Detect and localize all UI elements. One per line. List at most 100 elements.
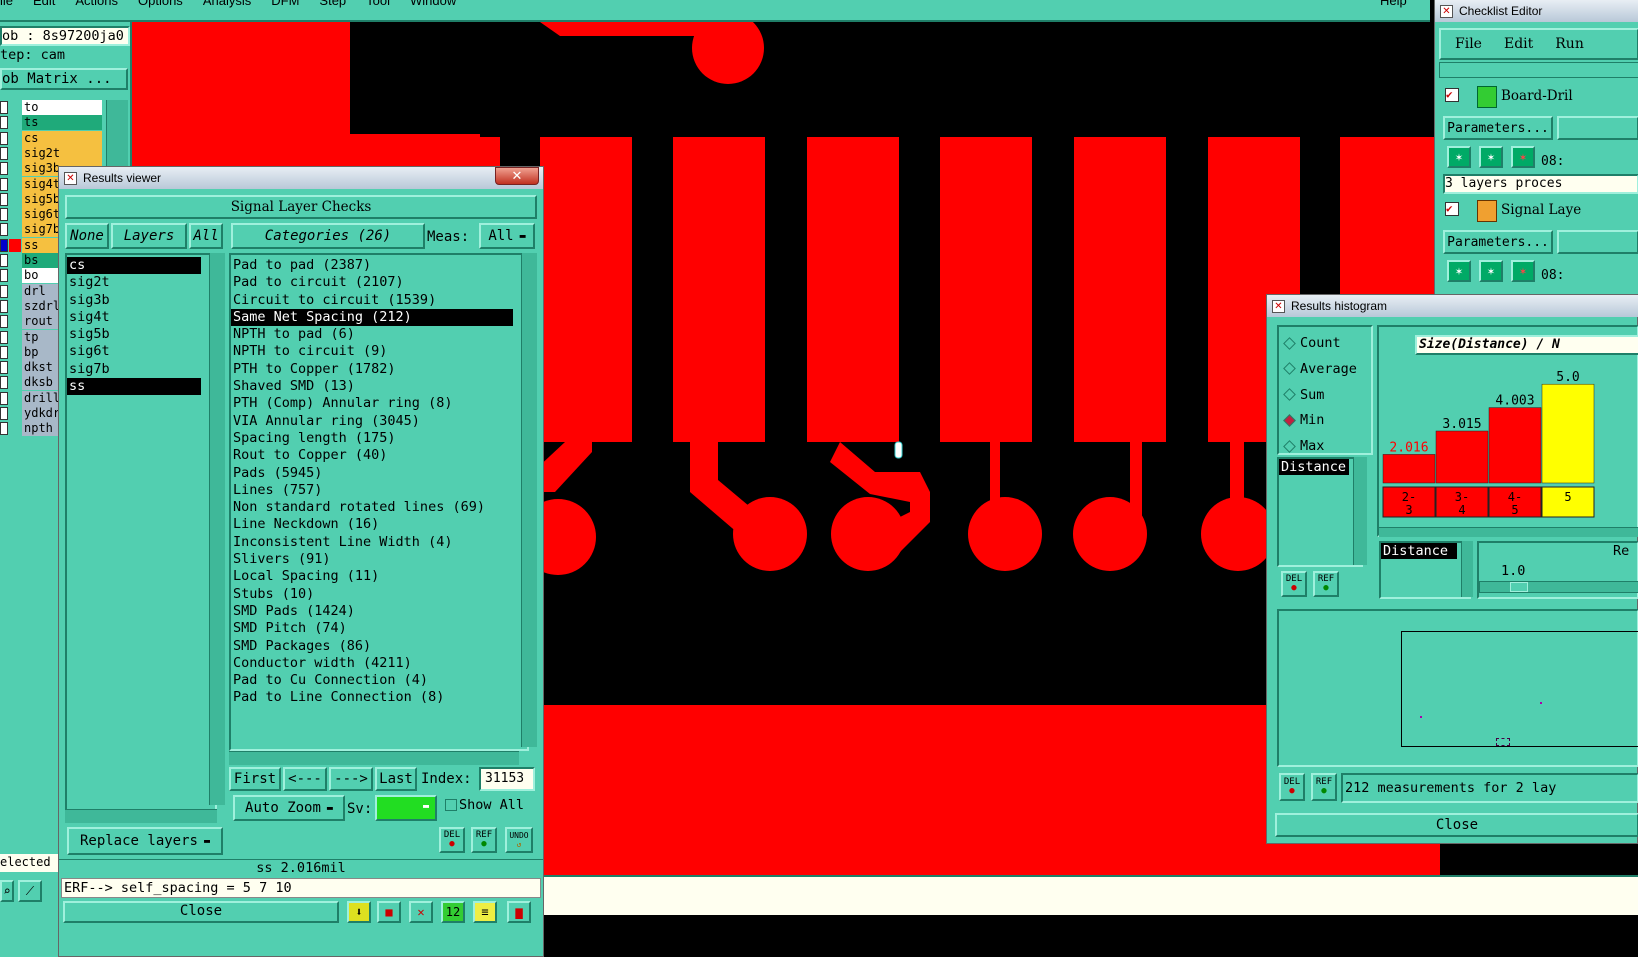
preview-del-button[interactable]: DEL ●: [1279, 773, 1305, 801]
measure-item-distance[interactable]: Distance: [1279, 459, 1349, 475]
last-button[interactable]: Last: [375, 767, 417, 791]
category-hscroll[interactable]: [229, 751, 519, 765]
category-item[interactable]: SMD Packages (86): [231, 638, 527, 655]
histogram-hscroll[interactable]: [1379, 527, 1638, 537]
mode-radio-max[interactable]: Max: [1283, 436, 1324, 456]
slider-handle[interactable]: [1510, 582, 1528, 592]
menu-step[interactable]: Step: [319, 0, 346, 8]
layer-checkbox[interactable]: [0, 422, 8, 436]
results-layer-item[interactable]: sig3b: [67, 292, 215, 309]
distance-list[interactable]: Distance: [1379, 541, 1471, 599]
histogram-bar[interactable]: [1541, 383, 1595, 484]
undo-button[interactable]: UNDO ↺: [505, 827, 533, 853]
category-item[interactable]: Inconsistent Line Width (4): [231, 534, 527, 551]
action1-extra-button[interactable]: [1557, 116, 1638, 140]
category-item[interactable]: Circuit to circuit (1539): [231, 292, 527, 309]
toolbar-icon-4[interactable]: 12: [441, 901, 465, 923]
preview-ref-button[interactable]: REF ●: [1311, 773, 1337, 801]
run-icon-4[interactable]: ✶: [1447, 260, 1471, 282]
category-item[interactable]: Same Net Spacing (212): [231, 308, 513, 327]
menu-dfm[interactable]: DFM: [271, 0, 299, 8]
results-layer-list[interactable]: cs sig2t sig3b sig4t sig5b sig6t sig7b ss: [65, 253, 217, 811]
auto-zoom-dropdown[interactable]: Auto Zoom ▬: [233, 795, 345, 821]
action1-checkbox[interactable]: ✔: [1445, 88, 1459, 102]
zoom-icon[interactable]: ⌕: [0, 880, 14, 902]
category-item[interactable]: Slivers (91): [231, 551, 527, 568]
ref-button[interactable]: REF ●: [471, 827, 497, 853]
run-icon-2[interactable]: ✶: [1479, 146, 1503, 168]
results-layer-item[interactable]: sig2t: [67, 274, 215, 291]
run-icon-5[interactable]: ✶: [1479, 260, 1503, 282]
layer-checkbox[interactable]: [0, 407, 8, 420]
histogram-bars[interactable]: 2.0162-33.0153-44.0034-55.05: [1379, 357, 1637, 537]
mode-radio-min[interactable]: Min: [1283, 410, 1324, 430]
run-icon-6[interactable]: ✶: [1511, 260, 1535, 282]
layer-checkbox[interactable]: [0, 284, 8, 298]
category-item[interactable]: PTH (Comp) Annular ring (8): [231, 395, 527, 412]
close-window-button[interactable]: ✕: [495, 167, 539, 185]
job-matrix-button[interactable]: ob Matrix ...: [0, 68, 128, 90]
category-item[interactable]: Pad to Cu Connection (4): [231, 672, 527, 689]
results-layer-item[interactable]: sig4t: [67, 309, 215, 326]
layer-checkbox[interactable]: [0, 299, 8, 313]
menu-help[interactable]: Help: [1380, 0, 1407, 8]
mode-radio-average[interactable]: Average: [1283, 359, 1357, 379]
checklist-menu-file[interactable]: File: [1455, 36, 1482, 52]
mode-radio-count[interactable]: Count: [1283, 333, 1341, 353]
menu-file[interactable]: File: [0, 0, 13, 8]
histogram-icon[interactable]: ▆: [507, 901, 531, 923]
menu-options[interactable]: Options: [138, 0, 183, 8]
category-item[interactable]: Pad to circuit (2107): [231, 274, 527, 291]
del-button[interactable]: DEL ●: [439, 827, 465, 853]
first-button[interactable]: First: [229, 767, 281, 791]
layer-checkbox[interactable]: [0, 177, 8, 191]
menu-analysis[interactable]: Analysis: [203, 0, 251, 8]
category-item[interactable]: VIA Annular ring (3045): [231, 413, 527, 430]
checklist-editor-titlebar[interactable]: ✕ Checklist Editor: [1435, 0, 1638, 22]
layer-checkbox[interactable]: [0, 101, 8, 114]
measure-tool-icon[interactable]: ⟋: [18, 880, 42, 902]
layer-checkbox[interactable]: [0, 315, 8, 329]
menu-window[interactable]: Window: [410, 0, 456, 8]
action2-checkbox[interactable]: ✔: [1445, 202, 1459, 216]
category-item[interactable]: SMD Pitch (74): [231, 620, 527, 637]
run-icon-1[interactable]: ✶: [1447, 146, 1471, 168]
distance-list-scrollbar[interactable]: [1461, 541, 1473, 597]
toolbar-icon-3[interactable]: ✕: [409, 901, 433, 923]
category-item[interactable]: Rout to Copper (40): [231, 447, 527, 464]
action2-parameters-button[interactable]: Parameters...: [1443, 230, 1553, 254]
category-item[interactable]: Pad to Line Connection (8): [231, 689, 527, 706]
none-button[interactable]: None: [65, 223, 109, 249]
toolbar-icon-1[interactable]: ⬇: [347, 901, 371, 923]
category-item[interactable]: Spacing length (175): [231, 430, 527, 447]
prev-button[interactable]: <---: [283, 767, 327, 791]
hist-del-button[interactable]: DEL ●: [1281, 571, 1307, 597]
hist-ref-button[interactable]: REF ●: [1313, 571, 1339, 597]
layer-checkbox[interactable]: [0, 330, 8, 344]
results-layer-item[interactable]: sig5b: [67, 326, 215, 343]
results-layer-item[interactable]: sig7b: [67, 361, 215, 378]
toolbar-icon-5[interactable]: ≡: [473, 901, 497, 923]
layer-checkbox[interactable]: [0, 192, 8, 206]
results-layer-item[interactable]: cs: [67, 257, 201, 275]
category-item[interactable]: Stubs (10): [231, 586, 527, 603]
meas-dropdown[interactable]: All ▬: [479, 223, 535, 249]
category-item[interactable]: PTH to Copper (1782): [231, 361, 527, 378]
category-item[interactable]: SMD Pads (1424): [231, 603, 527, 620]
category-list[interactable]: Pad to pad (2387) Pad to circuit (2107) Ci…: [229, 253, 529, 751]
next-button[interactable]: --->: [329, 767, 373, 791]
checklist-menu-run[interactable]: Run: [1555, 36, 1584, 52]
checklist-menu-edit[interactable]: Edit: [1504, 36, 1533, 52]
category-item[interactable]: Pads (5945): [231, 465, 527, 482]
layer-checkbox[interactable]: [0, 376, 8, 390]
categories-button[interactable]: Categories (26): [231, 223, 425, 249]
category-item[interactable]: Conductor width (4211): [231, 655, 527, 672]
layers-button[interactable]: Layers: [111, 223, 187, 249]
category-item[interactable]: Lines (757): [231, 482, 527, 499]
action2-extra-button[interactable]: [1557, 230, 1638, 254]
results-layer-item[interactable]: sig6t: [67, 343, 215, 360]
show-all-checkbox[interactable]: [445, 799, 457, 811]
menu-actions[interactable]: Actions: [75, 0, 118, 8]
mode-radio-sum[interactable]: Sum: [1283, 385, 1324, 405]
distance-item[interactable]: Distance: [1381, 543, 1457, 559]
